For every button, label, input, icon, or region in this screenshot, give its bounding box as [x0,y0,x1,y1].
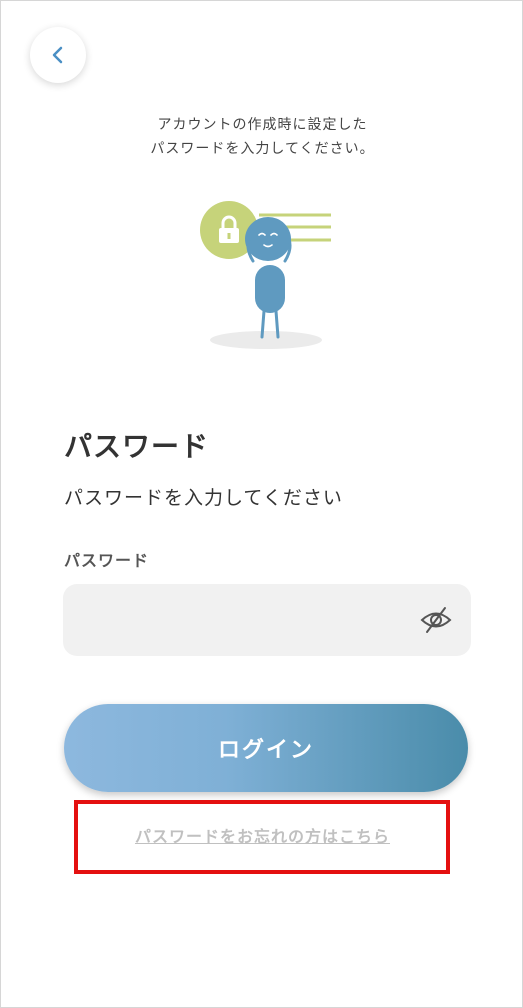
eye-slash-icon[interactable] [419,605,453,635]
password-field[interactable] [63,584,471,658]
page-subtitle: パスワードを入力してください [64,487,343,509]
password-label: パスワード [64,551,150,570]
person-with-lock-illustration [191,193,341,355]
intro-line-2: パスワードを入力してください。 [150,141,375,157]
chevron-left-icon [51,45,65,65]
back-button[interactable] [30,27,86,83]
login-button[interactable]: ログイン [64,704,468,792]
ground-shadow [210,331,322,349]
forgot-password-link[interactable]: パスワードをお忘れの方はこちら [1,823,523,847]
intro-line-1: アカウントの作成時に設定した [157,117,368,133]
screen-frame: アカウントの作成時に設定した パスワードを入力してください。 パスワード パスワ… [0,0,523,1008]
page-title: パスワード [64,430,210,463]
person-head [245,217,291,261]
password-input[interactable] [79,584,413,658]
person-body [255,265,285,313]
intro-text: アカウントの作成時に設定した パスワードを入力してください。 [1,113,523,161]
